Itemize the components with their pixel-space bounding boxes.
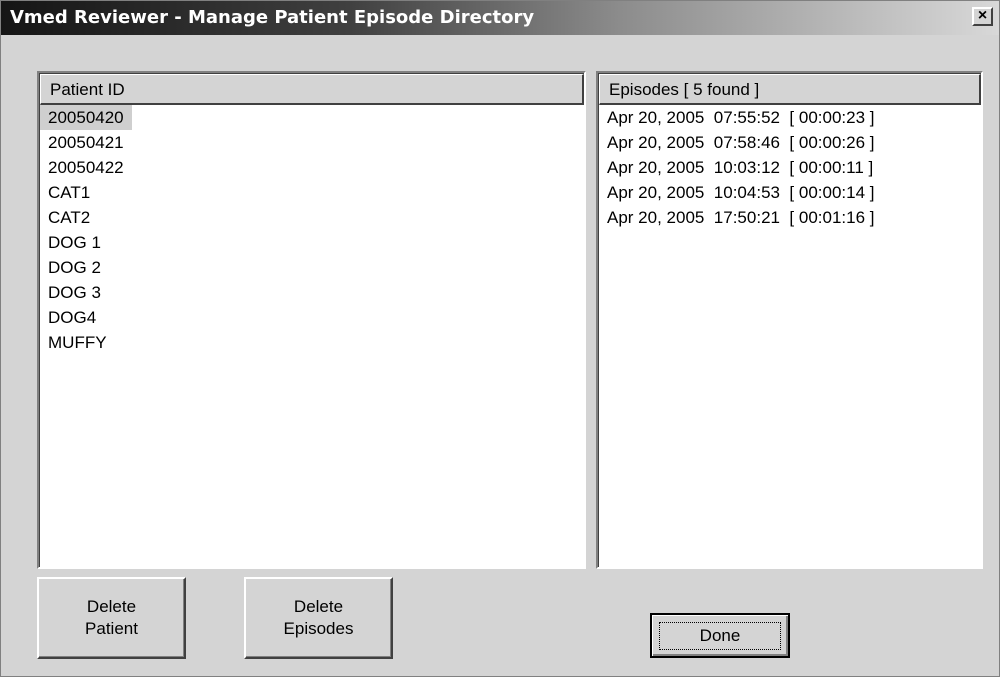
patient-id-text: DOG 2 <box>48 258 101 277</box>
patient-rows: 20050420 20050421 20050422 CAT1 CAT2 DOG… <box>40 105 584 355</box>
patient-id-text: CAT2 <box>48 208 91 227</box>
patient-row[interactable]: 20050421 <box>40 130 584 155</box>
episode-row[interactable]: Apr 20, 2005 17:50:21 [ 00:01:16 ] <box>599 205 981 230</box>
episode-rows: Apr 20, 2005 07:55:52 [ 00:00:23 ] Apr 2… <box>599 105 981 230</box>
patient-id-text: DOG 1 <box>48 233 101 252</box>
patient-id-text: DOG4 <box>48 308 97 327</box>
episode-text: Apr 20, 2005 07:55:52 [ 00:00:23 ] <box>607 108 875 127</box>
delete-patient-label-line1: Delete <box>86 597 137 616</box>
close-button[interactable]: × <box>972 7 993 26</box>
episodes-column-header[interactable]: Episodes [ 5 found ] <box>599 74 981 105</box>
close-icon: × <box>977 7 988 24</box>
patient-row[interactable]: MUFFY <box>40 330 584 355</box>
patient-row[interactable]: 20050422 <box>40 155 584 180</box>
patient-id-text: DOG 3 <box>48 283 101 302</box>
done-label: Done <box>658 621 782 650</box>
manage-patient-episode-dialog: Vmed Reviewer - Manage Patient Episode D… <box>0 0 1000 677</box>
window-title: Vmed Reviewer - Manage Patient Episode D… <box>10 7 535 28</box>
episode-text: Apr 20, 2005 10:04:53 [ 00:00:14 ] <box>607 183 875 202</box>
episodes-list[interactable]: Episodes [ 5 found ] Apr 20, 2005 07:55:… <box>596 71 983 569</box>
patient-row[interactable]: DOG 3 <box>40 280 584 305</box>
patient-id-text: CAT1 <box>48 183 91 202</box>
episode-row[interactable]: Apr 20, 2005 07:55:52 [ 00:00:23 ] <box>599 105 981 130</box>
patient-row[interactable]: DOG 1 <box>40 230 584 255</box>
delete-episodes-label-line2: Episodes <box>283 619 354 638</box>
patient-row[interactable]: CAT1 <box>40 180 584 205</box>
delete-episodes-button[interactable]: Delete Episodes <box>244 577 393 659</box>
patient-row[interactable]: CAT2 <box>40 205 584 230</box>
episode-text: Apr 20, 2005 17:50:21 [ 00:01:16 ] <box>607 208 875 227</box>
patient-row[interactable]: 20050420 <box>40 105 584 130</box>
patient-id-text: 20050420 <box>40 105 132 130</box>
patient-id-column-header[interactable]: Patient ID <box>40 74 584 105</box>
done-button[interactable]: Done <box>650 613 790 658</box>
episode-row[interactable]: Apr 20, 2005 10:03:12 [ 00:00:11 ] <box>599 155 981 180</box>
patient-id-text: 20050422 <box>48 158 124 177</box>
patient-id-list[interactable]: Patient ID 20050420 20050421 20050422 CA… <box>37 71 586 569</box>
patient-id-text: 20050421 <box>48 133 124 152</box>
patient-row[interactable]: DOG 2 <box>40 255 584 280</box>
episode-row[interactable]: Apr 20, 2005 10:04:53 [ 00:00:14 ] <box>599 180 981 205</box>
delete-patient-label-line2: Patient <box>85 619 138 638</box>
delete-episodes-label-line1: Delete <box>293 597 344 616</box>
episode-row[interactable]: Apr 20, 2005 07:58:46 [ 00:00:26 ] <box>599 130 981 155</box>
patient-id-text: MUFFY <box>48 333 107 352</box>
patient-row[interactable]: DOG4 <box>40 305 584 330</box>
delete-patient-button[interactable]: Delete Patient <box>37 577 186 659</box>
title-bar[interactable]: Vmed Reviewer - Manage Patient Episode D… <box>1 1 999 35</box>
episode-text: Apr 20, 2005 10:03:12 [ 00:00:11 ] <box>607 158 874 177</box>
episode-text: Apr 20, 2005 07:58:46 [ 00:00:26 ] <box>607 133 875 152</box>
